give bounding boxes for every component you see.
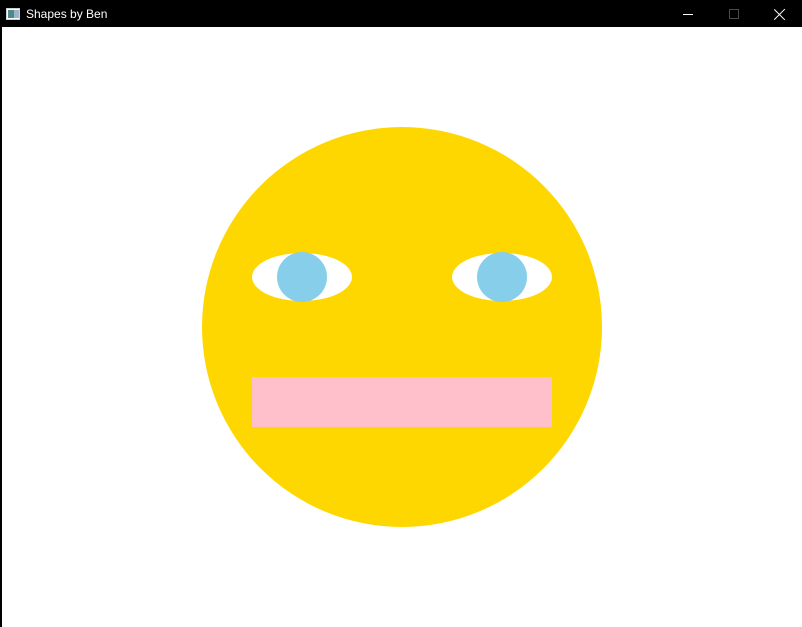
mouth-rectangle [252, 377, 552, 427]
minimize-icon [683, 13, 693, 15]
shapes-drawing [202, 127, 602, 527]
app-icon [6, 8, 20, 20]
drawing-canvas [2, 27, 802, 627]
right-eye-iris [477, 252, 527, 302]
left-eye-iris [277, 252, 327, 302]
face-circle [202, 127, 602, 527]
close-button[interactable] [757, 1, 802, 27]
maximize-button[interactable] [711, 1, 757, 27]
close-icon [774, 8, 786, 20]
window-title: Shapes by Ben [26, 7, 108, 21]
maximize-icon [729, 9, 739, 19]
app-window: Shapes by Ben [0, 0, 802, 627]
minimize-button[interactable] [665, 1, 711, 27]
title-bar[interactable]: Shapes by Ben [1, 1, 802, 27]
